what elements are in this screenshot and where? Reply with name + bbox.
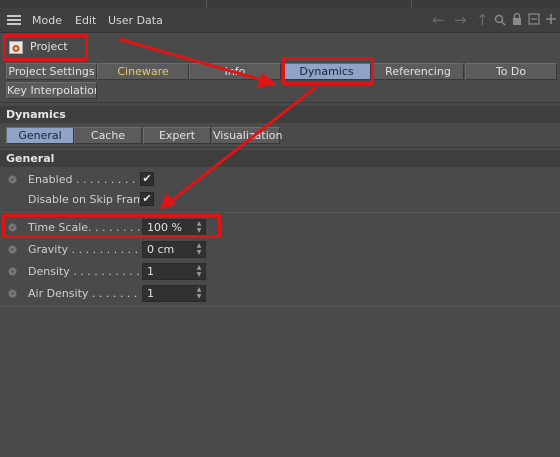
group-title: General	[6, 152, 55, 165]
tab-referencing[interactable]: Referencing	[372, 63, 464, 80]
stepper-arrows-icon[interactable]: ▲ ▼	[195, 286, 203, 301]
stepper-arrows-icon[interactable]: ▲ ▼	[195, 264, 203, 279]
subtab-visualization[interactable]: Visualization	[212, 127, 282, 144]
hamburger-icon[interactable]	[7, 15, 21, 25]
strip-divider	[411, 0, 412, 8]
subtab-expert[interactable]: Expert	[143, 127, 211, 144]
menu-user-data[interactable]: User Data	[108, 14, 163, 27]
tab-cineware[interactable]: Cineware	[97, 63, 189, 80]
animate-dot-icon[interactable]	[8, 289, 17, 298]
divider	[0, 212, 560, 213]
divider	[0, 147, 560, 148]
annotation-box-time-scale	[2, 214, 221, 238]
density-label: Density . . . . . . . . . .	[28, 265, 140, 278]
strip-divider	[206, 0, 207, 8]
subtab-general[interactable]: General	[6, 127, 74, 144]
menu-edit[interactable]: Edit	[75, 14, 96, 27]
menu-mode[interactable]: Mode	[32, 14, 62, 27]
annotation-box-project	[3, 34, 88, 61]
enabled-label: Enabled . . . . . . . . .	[28, 173, 136, 186]
gravity-label: Gravity . . . . . . . . . .	[28, 243, 139, 256]
group-header-general: General	[0, 150, 560, 167]
density-field[interactable]: 1 ▲ ▼	[142, 263, 206, 280]
back-arrow-icon[interactable]: ←	[432, 12, 445, 28]
air-density-field[interactable]: 1 ▲ ▼	[142, 285, 206, 302]
animate-dot-icon[interactable]	[8, 245, 17, 254]
density-value: 1	[147, 265, 154, 278]
tab-project-settings[interactable]: Project Settings	[6, 63, 97, 80]
animate-dot-icon[interactable]	[8, 175, 17, 184]
enabled-checkbox[interactable]: ✔	[140, 172, 154, 186]
forward-arrow-icon[interactable]: →	[454, 12, 467, 28]
lock-icon[interactable]	[512, 13, 522, 26]
up-arrow-icon[interactable]: ↑	[476, 12, 489, 28]
tab-key-interpolation[interactable]: Key Interpolation	[6, 82, 97, 99]
disable-skip-frame-label: Disable on Skip Frame	[28, 193, 151, 206]
section-title: Dynamics	[6, 108, 66, 121]
stepper-arrows-icon[interactable]: ▲ ▼	[195, 242, 203, 257]
annotation-box-dynamics	[282, 57, 374, 85]
title-strip	[0, 0, 560, 8]
more-icon[interactable]	[528, 13, 540, 25]
gravity-field[interactable]: 0 cm ▲ ▼	[142, 241, 206, 258]
divider	[0, 102, 560, 103]
air-density-label: Air Density . . . . . . .	[28, 287, 138, 300]
subtab-cache[interactable]: Cache	[74, 127, 142, 144]
divider	[0, 306, 560, 307]
air-density-value: 1	[147, 287, 154, 300]
tab-to-do[interactable]: To Do	[465, 63, 557, 80]
gravity-value: 0 cm	[147, 243, 175, 256]
tab-info[interactable]: Info	[189, 63, 281, 80]
animate-dot-icon[interactable]	[8, 267, 17, 276]
disable-skip-frame-checkbox[interactable]: ✔	[140, 192, 154, 206]
section-header-dynamics: Dynamics	[0, 106, 560, 123]
add-icon[interactable]	[545, 13, 557, 25]
search-icon[interactable]	[494, 14, 506, 26]
